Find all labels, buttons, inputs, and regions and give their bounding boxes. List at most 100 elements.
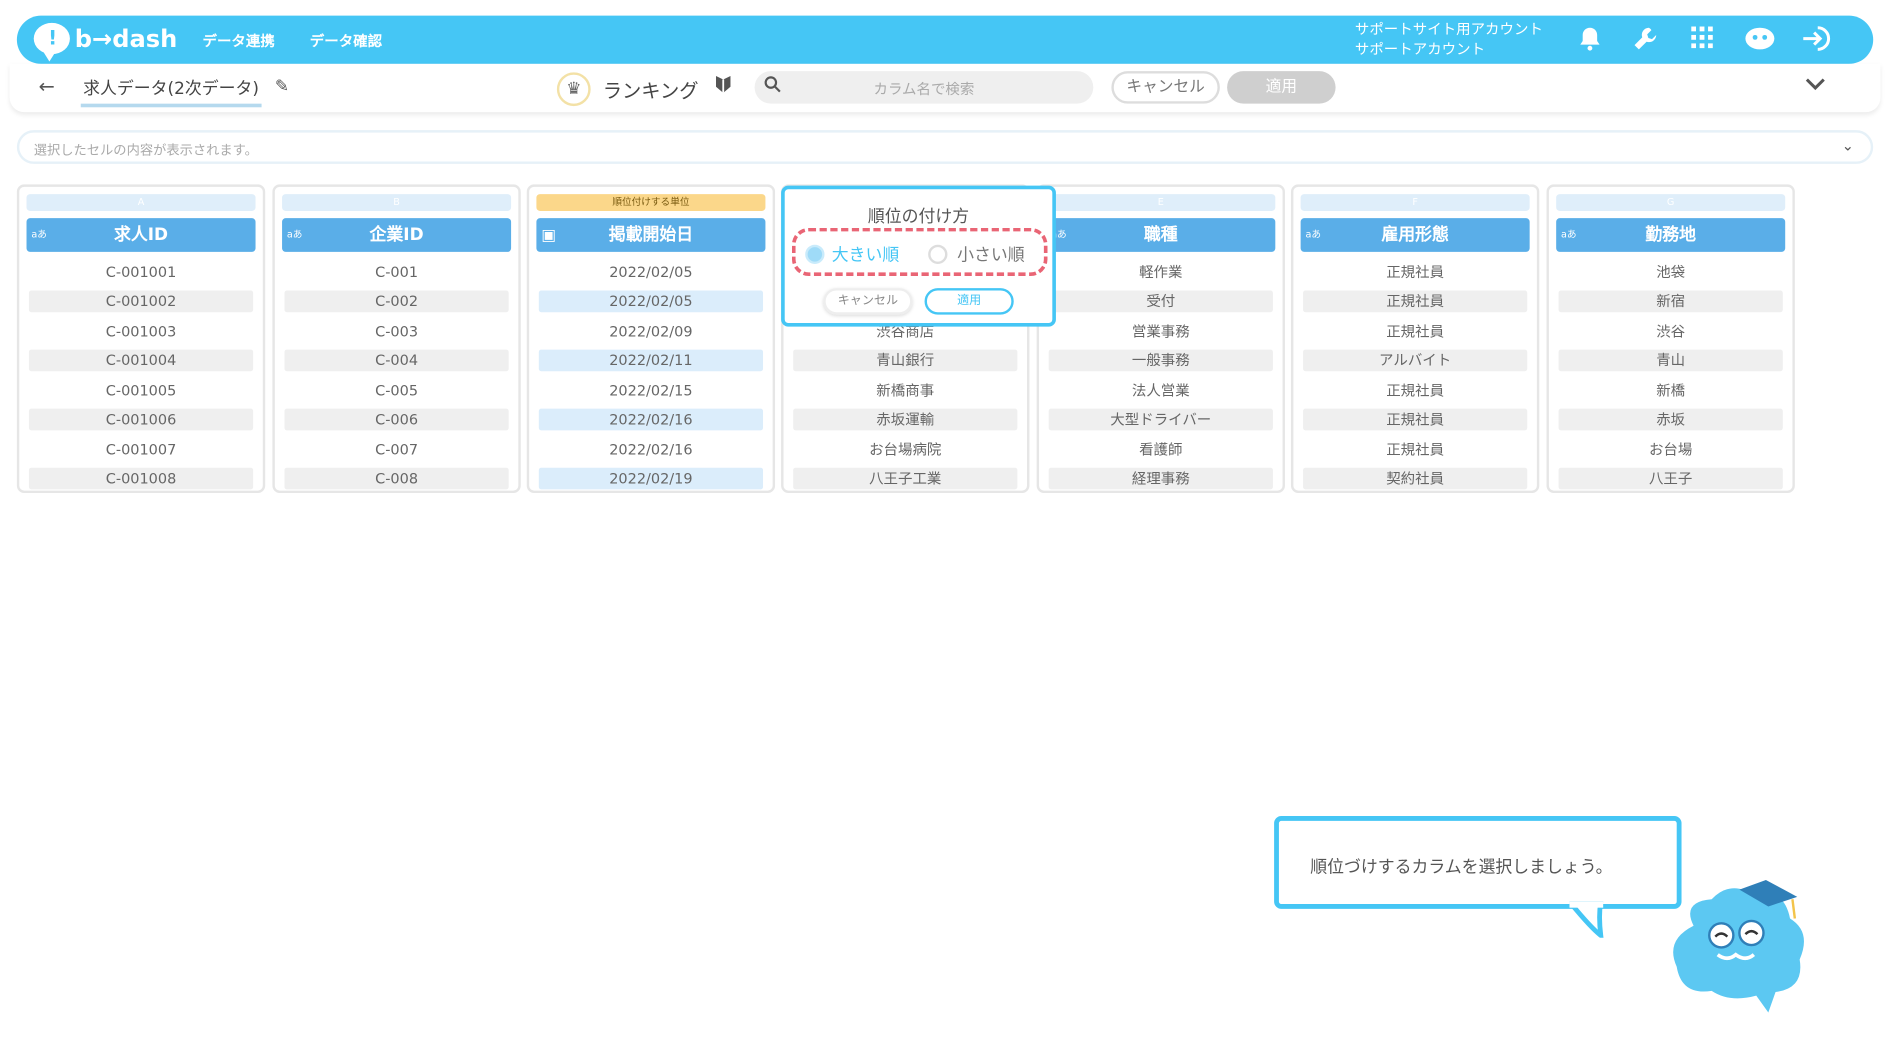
column-1[interactable]: Aaあ 求人ID C-001001 C-001002 C-001003 C-001004 C… [16,184,266,494]
table-cell[interactable]: お台場 [1559,439,1783,461]
table-cell[interactable]: 渋谷 [1559,321,1783,343]
apply-button[interactable]: 適用 [1227,71,1336,104]
table-cell[interactable]: C-001001 [29,262,253,284]
radio-asc-label[interactable]: 小さい順 [957,242,1025,266]
table-cell[interactable]: C-003 [284,321,508,343]
mascot-character-icon [1673,879,1804,1013]
table-cell[interactable]: C-007 [284,439,508,461]
table-cell[interactable]: C-001 [284,262,508,284]
table-cell[interactable]: 営業事務 [1049,321,1273,343]
table-cell[interactable]: C-004 [284,349,509,372]
grid-icon[interactable] [1688,25,1717,54]
table-cell[interactable]: 2022/02/09 [539,321,763,343]
column-5[interactable]: Eaあ 職種 軽作業 受付 営業事務 一般事務 法人営業 大型ドライバー 看護師 経理事務 [1036,184,1285,494]
table-cell[interactable]: 赤坂 [1558,408,1783,431]
table-cell[interactable]: C-001005 [29,380,253,402]
table-cell[interactable]: 正規社員 [1303,290,1528,313]
table-cell[interactable]: C-001004 [28,349,254,372]
column-header-label: 企業ID [369,225,424,245]
popup-apply-button[interactable]: 適用 [924,288,1014,315]
table-cell[interactable]: 正規社員 [1303,262,1527,284]
table-cell[interactable]: 青山銀行 [793,349,1018,372]
table-cell[interactable]: C-001006 [28,408,254,431]
table-cell[interactable]: 2022/02/05 [538,290,764,313]
table-cell[interactable]: 池袋 [1559,262,1783,284]
table-cell[interactable]: 赤坂運輸 [793,408,1018,431]
column-header[interactable]: aあ 雇用形態 [1300,218,1530,252]
table-cell[interactable]: 2022/02/05 [539,262,763,284]
brand-logo[interactable]: ! b→dash [33,22,177,62]
bell-icon[interactable] [1575,25,1604,54]
table-cell[interactable]: 一般事務 [1048,349,1273,372]
cell-content-bar[interactable]: 選択したセルの内容が表示されます。 ⌄ [16,130,1874,164]
column-header[interactable]: aあ 企業ID [282,218,512,252]
table-cell[interactable]: 2022/02/15 [539,380,763,402]
column-header-label: 掲載開始日 [608,225,694,245]
table-cell[interactable]: 八王子工業 [793,467,1018,490]
nav-data-link[interactable]: データ連携 [203,30,275,50]
expand-chevron-icon[interactable]: ⌄ [1842,137,1854,154]
column-2[interactable]: Baあ 企業ID C-001 C-002 C-003 C-004 C-005 C-006 C-0… [272,184,521,494]
table-cell[interactable]: C-001008 [28,467,254,490]
pencil-icon[interactable]: ✎ [275,77,289,96]
table-cell[interactable]: 新宿 [1558,290,1783,313]
column-search[interactable]: カラム名で検索 [754,71,1094,104]
cancel-button[interactable]: キャンセル [1111,71,1220,104]
table-cell[interactable]: 新橋 [1559,380,1783,402]
column-header[interactable]: aあ 職種 [1046,218,1276,252]
table-cell[interactable]: C-005 [284,380,508,402]
table-cell[interactable]: C-001007 [29,439,253,461]
logout-icon[interactable] [1800,25,1834,54]
table-cell[interactable]: 正規社員 [1303,439,1527,461]
table-cell[interactable]: 2022/02/11 [538,349,764,372]
table-cell[interactable]: 正規社員 [1303,408,1528,431]
text-type-icon: aあ [1305,229,1322,240]
account-site-name: サポートサイト用アカウント [1354,20,1543,38]
arrow-left-icon[interactable]: ← [39,75,55,98]
table-cell[interactable]: 2022/02/16 [538,408,764,431]
nav-data-check[interactable]: データ確認 [310,30,382,50]
radio-desc-label[interactable]: 大きい順 [832,242,900,266]
table-cell[interactable]: 2022/02/19 [538,467,764,490]
mascot-icon[interactable] [1743,25,1777,54]
radio-asc[interactable] [928,244,948,264]
account-info[interactable]: サポートサイト用アカウント サポートアカウント [1355,19,1543,60]
table-cell[interactable]: アルバイト [1303,349,1528,372]
account-user-name: サポートアカウント [1354,40,1486,58]
column-header[interactable]: ▣ 掲載開始日 [536,218,766,252]
popup-cancel-button[interactable]: キャンセル [823,288,913,315]
text-type-icon: aあ [1560,229,1577,240]
table-cell[interactable]: 大型ドライバー [1048,408,1273,431]
table-cell[interactable]: C-001002 [28,290,254,313]
chevron-down-icon[interactable] [1804,72,1826,97]
shield-icon[interactable] [715,75,732,99]
table-cell[interactable]: C-001003 [29,321,253,343]
table-cell[interactable]: C-008 [284,467,509,490]
table-cell[interactable]: お台場病院 [793,439,1017,461]
table-cell[interactable]: 八王子 [1558,467,1783,490]
table-cell[interactable]: 2022/02/16 [539,439,763,461]
wrench-icon[interactable] [1631,25,1660,54]
column-7[interactable]: Gaあ 勤務地 池袋 新宿 渋谷 青山 新橋 赤坂 お台場 八王子 [1546,184,1795,494]
column-3[interactable]: 順位付けする単位 ▣ 掲載開始日 2022/02/05 2022/02/05 2022/0… [526,184,776,494]
crown-icon[interactable]: ♛ [556,72,591,107]
table-cell[interactable]: 正規社員 [1303,380,1527,402]
table-cell[interactable]: 受付 [1048,290,1273,313]
column-6[interactable]: Faあ 雇用形態 正規社員 正規社員 正規社員 アルバイト 正規社員 正規社員 正規社員 契約社員 [1290,184,1540,494]
table-cell[interactable]: 正規社員 [1303,321,1527,343]
table-cell[interactable]: 青山 [1558,349,1783,372]
radio-desc[interactable] [805,244,825,264]
dataset-title[interactable]: 求人データ(2次データ) [80,76,262,108]
table-cell[interactable]: 軽作業 [1049,262,1273,284]
table-cell[interactable]: C-006 [284,408,509,431]
table-cell[interactable]: 契約社員 [1303,467,1528,490]
table-cell[interactable]: 看護師 [1049,439,1273,461]
search-input[interactable]: カラム名で検索 [755,78,1094,98]
table-cell[interactable]: 経理事務 [1048,467,1273,490]
column-header[interactable]: aあ 求人ID [26,218,256,252]
table-cell[interactable]: 法人営業 [1049,380,1273,402]
table-cell[interactable]: 新橋商事 [793,380,1017,402]
table-cell[interactable]: C-002 [284,290,509,313]
column-header[interactable]: aあ 勤務地 [1556,218,1786,252]
column-header-label: 雇用形態 [1381,225,1449,245]
